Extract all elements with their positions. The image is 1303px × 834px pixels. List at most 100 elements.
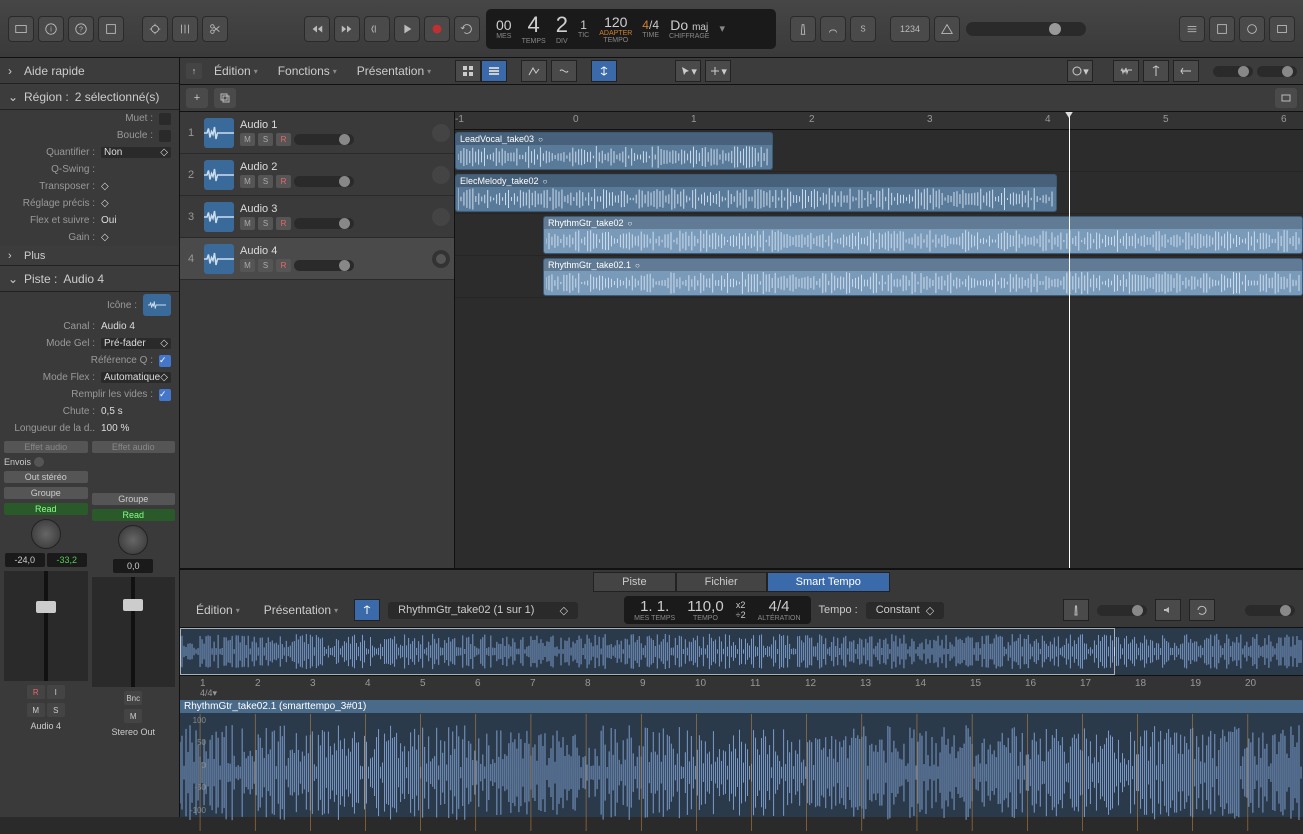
track-header[interactable]: 1 Audio 1 MSR: [180, 112, 454, 154]
duplicate-track-button[interactable]: [214, 88, 236, 108]
tempo-x2-button[interactable]: x2: [736, 600, 746, 610]
view-list-icon[interactable]: [481, 60, 507, 82]
snap-icon[interactable]: ▾: [1067, 60, 1093, 82]
editor-speaker-icon[interactable]: [1155, 599, 1181, 621]
hzoom-icon[interactable]: [1173, 60, 1199, 82]
flex-active-icon[interactable]: [591, 60, 617, 82]
tab-smart-tempo[interactable]: Smart Tempo: [767, 572, 890, 592]
waveform-zoom-icon[interactable]: [1113, 60, 1139, 82]
menu-edition[interactable]: Édition: [206, 61, 266, 81]
view-grid-icon[interactable]: [455, 60, 481, 82]
track-mute[interactable]: M: [240, 133, 255, 146]
group-select[interactable]: Groupe: [4, 487, 88, 499]
loop-checkbox[interactable]: [159, 130, 171, 142]
editor-zoom-slider[interactable]: [1097, 605, 1147, 616]
track-type-icon[interactable]: [204, 160, 234, 190]
pan-knob[interactable]: [118, 525, 148, 555]
fillgaps-checkbox[interactable]: [159, 389, 171, 401]
vzoom-icon[interactable]: [1143, 60, 1169, 82]
lcd-display[interactable]: 00MES 4TEMPS 2DIV 1TIC 120ADAPTERTEMPO 4…: [486, 9, 776, 49]
warning-icon[interactable]: [934, 16, 960, 42]
browser-icon[interactable]: [1269, 16, 1295, 42]
output-select[interactable]: Out stéréo: [4, 471, 88, 483]
counter-button[interactable]: 1234: [890, 16, 930, 42]
track-rec-dot[interactable]: [432, 208, 450, 226]
editor-hzoom-slider[interactable]: [1245, 605, 1295, 616]
flexmode-select[interactable]: Automatique◇: [101, 372, 171, 383]
editor-cycle-icon[interactable]: [1189, 599, 1215, 621]
editor-flex-icon[interactable]: [354, 599, 380, 621]
track-mute[interactable]: M: [240, 175, 255, 188]
audio-region[interactable]: RhythmGtr_take02: [543, 216, 1303, 254]
track-mute[interactable]: M: [240, 259, 255, 272]
more-header[interactable]: ›Plus: [0, 246, 179, 266]
track-solo[interactable]: S: [258, 133, 273, 146]
alt-tool-icon[interactable]: ▾: [705, 60, 731, 82]
audio-region[interactable]: RhythmGtr_take02.1: [543, 258, 1303, 296]
info-icon[interactable]: i: [38, 16, 64, 42]
channel-select[interactable]: Audio 4: [101, 321, 171, 332]
track-solo[interactable]: S: [258, 217, 273, 230]
transpose-field[interactable]: ◇: [101, 181, 171, 192]
automation-read[interactable]: Read: [4, 503, 88, 515]
flex-field[interactable]: Oui: [101, 215, 171, 226]
quantize-select[interactable]: Non◇: [101, 147, 171, 158]
pan-knob[interactable]: [31, 519, 61, 549]
sig-marker[interactable]: 4/4▾: [200, 688, 217, 699]
effect-slot[interactable]: Effet audio: [92, 441, 176, 453]
help-icon[interactable]: ?: [68, 16, 94, 42]
tab-fichier[interactable]: Fichier: [676, 572, 767, 592]
tempo-div2-button[interactable]: ÷2: [736, 610, 746, 620]
rec-enable[interactable]: R: [27, 685, 45, 699]
display-mode-icon[interactable]: [142, 16, 168, 42]
mute-button[interactable]: M: [124, 709, 142, 723]
track-mute[interactable]: M: [240, 217, 255, 230]
nav-up-icon[interactable]: ↑: [186, 63, 202, 79]
automation-icon[interactable]: [521, 60, 547, 82]
track-type-icon[interactable]: [204, 118, 234, 148]
editor-waveform[interactable]: RhythmGtr_take02.1 (smarttempo_3#01) 100…: [180, 700, 1303, 817]
sends-knob[interactable]: [34, 457, 44, 467]
toolbar-icon[interactable]: [98, 16, 124, 42]
master-volume-slider[interactable]: [966, 22, 1086, 36]
track-header[interactable]: ⌄Piste : Audio 4: [0, 266, 179, 292]
region-header[interactable]: ⌄Région : 2 sélectionné(s): [0, 84, 179, 110]
playhead[interactable]: [1069, 112, 1070, 567]
freeze-select[interactable]: Pré-fader◇: [101, 338, 171, 349]
overview-selection[interactable]: [180, 628, 1115, 675]
mute-checkbox[interactable]: [159, 113, 171, 125]
loops-icon[interactable]: [1239, 16, 1265, 42]
track-rec[interactable]: R: [276, 217, 291, 230]
hzoom-slider[interactable]: [1257, 66, 1297, 77]
list-icon[interactable]: [1179, 16, 1205, 42]
gain-field[interactable]: ◇: [101, 232, 171, 243]
audio-region[interactable]: ElecMelody_take02: [455, 174, 1057, 212]
effect-slot[interactable]: Effet audio: [4, 441, 88, 453]
menu-fonctions[interactable]: Fonctions: [270, 61, 345, 81]
track-type-icon[interactable]: [204, 202, 234, 232]
length-field[interactable]: 100 %: [101, 423, 171, 434]
finetune-field[interactable]: ◇: [101, 198, 171, 209]
track-type-icon[interactable]: [204, 244, 234, 274]
forward-icon[interactable]: [334, 16, 360, 42]
editor-file-select[interactable]: RhythmGtr_take02 (1 sur 1)◇: [388, 602, 578, 619]
vzoom-slider[interactable]: [1213, 66, 1253, 77]
bounce-button[interactable]: Bnc: [124, 691, 142, 705]
track-rec-dot[interactable]: [432, 166, 450, 184]
pointer-tool-icon[interactable]: ▾: [675, 60, 701, 82]
track-header[interactable]: 2 Audio 2 MSR: [180, 154, 454, 196]
group-select[interactable]: Groupe: [92, 493, 176, 505]
automation-read[interactable]: Read: [92, 509, 176, 521]
global-tracks-button[interactable]: [1275, 88, 1297, 108]
record-icon[interactable]: [424, 16, 450, 42]
tuner-icon[interactable]: [820, 16, 846, 42]
track-volume[interactable]: [294, 218, 354, 229]
flex-icon[interactable]: [551, 60, 577, 82]
editor-metronome-icon[interactable]: [1063, 599, 1089, 621]
tempo-mode-select[interactable]: Constant◇: [866, 602, 945, 619]
audio-region[interactable]: LeadVocal_take03: [455, 132, 773, 170]
track-solo[interactable]: S: [258, 175, 273, 188]
track-solo[interactable]: S: [258, 259, 273, 272]
rewind-icon[interactable]: [304, 16, 330, 42]
track-header[interactable]: 3 Audio 3 MSR: [180, 196, 454, 238]
